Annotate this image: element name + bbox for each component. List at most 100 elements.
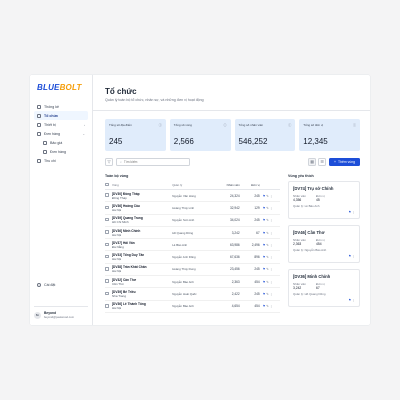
table-row[interactable]: [DV36] Hoàng Cầu Hà Nội Hoàng Thúy Linh 32,…: [105, 201, 280, 215]
row-checkbox[interactable]: [105, 263, 112, 277]
row-checkbox[interactable]: [105, 201, 112, 215]
units-cell: 454: [242, 300, 263, 313]
table-row[interactable]: [DV30] Đồng Tháp Đồng Tháp Nguyễn Văn Hùng…: [105, 189, 280, 203]
edit-icon[interactable]: ✎: [266, 243, 269, 247]
sidebar-item-finance[interactable]: Thu chi: [34, 156, 88, 165]
table-row[interactable]: [DV39] Quang Trung Hồ Chí Minh Nguyễn Sơn …: [105, 214, 280, 227]
sidebar-item-quotes[interactable]: Bảo giá: [34, 138, 88, 147]
search-box[interactable]: ⌕: [116, 157, 190, 166]
favorite-card[interactable]: [DV74] Trụ sở Chính Nhân viên 4,356 Đơn vị 4…: [288, 180, 360, 219]
row-actions: ⚑ ✎ ⋮: [262, 238, 280, 252]
row-checkbox[interactable]: [105, 189, 112, 203]
edit-icon[interactable]: ✎: [266, 231, 269, 235]
sidebar-item-statistics[interactable]: Thống kê: [34, 102, 88, 111]
region-cell: [DV36] Minh Chính Hà Nội: [112, 226, 173, 240]
info-icon[interactable]: ⓘ: [223, 123, 226, 127]
sidebar-item-devices[interactable]: Thiết bị ›: [34, 120, 88, 129]
flag-icon[interactable]: ⚑: [263, 206, 266, 210]
sidebar-item-orders-group[interactable]: Đơn hàng ⌄: [34, 129, 88, 138]
table-row[interactable]: [DV33] Tổng Duy Tân Hà Nội Nguyễn Anh Dũng…: [105, 250, 280, 264]
sidebar-item-orders[interactable]: Đơn hàng: [34, 147, 88, 156]
table-row[interactable]: [DV36] Minh Chính Hà Nội Hồ Quang Dũng 3,24…: [105, 226, 280, 240]
table-row[interactable]: [DV39] Bé Triều Nha Trang Nguyễn Hoài Quốc…: [105, 287, 280, 301]
region-cell: [DV37] Hải Vân Đà Nẵng: [112, 238, 173, 252]
row-checkbox[interactable]: [105, 250, 112, 264]
flag-icon[interactable]: ⚑: [263, 194, 266, 198]
more-icon[interactable]: ⋮: [270, 267, 273, 271]
favorite-card[interactable]: [DV36] Minh Chính Nhân viên 3,242 Đơn vị 67 Q…: [288, 268, 360, 307]
edit-icon[interactable]: ✎: [266, 267, 269, 271]
row-checkbox[interactable]: [105, 238, 112, 252]
row-actions: ⚑ ✎ ⋮: [262, 300, 280, 313]
edit-icon[interactable]: ✎: [266, 292, 269, 296]
row-checkbox[interactable]: [105, 287, 112, 301]
table-row[interactable]: [DV36] Lê Thánh Tông Hà Nội Nguyễn Bảo Anh…: [105, 300, 280, 313]
sidebar-item-label: Thống kê: [44, 104, 59, 109]
list-view-button[interactable]: ☰: [318, 157, 327, 166]
table-row[interactable]: [DV38] Trần Khát Chân Hà Nội Hoàng Thúy Du…: [105, 263, 280, 277]
region-cell: [DV38] Trần Khát Chân Hà Nội: [112, 263, 173, 277]
edit-icon[interactable]: ✎: [266, 218, 269, 222]
table-row[interactable]: [DV37] Hải Vân Đà Nẵng Lê Bảo Anh 63,986 2,4…: [105, 238, 280, 252]
sidebar-item-organization[interactable]: Tổ chức: [34, 111, 88, 120]
edit-icon[interactable]: ✎: [266, 280, 269, 284]
flag-icon[interactable]: ⚑: [263, 218, 266, 222]
flag-icon[interactable]: ⚑: [348, 298, 351, 302]
more-icon[interactable]: ⋮: [270, 194, 273, 198]
edit-icon[interactable]: ✎: [266, 194, 269, 198]
edit-icon[interactable]: ✎: [266, 255, 269, 259]
more-icon[interactable]: ⋮: [270, 218, 273, 222]
more-icon[interactable]: ⋮: [270, 304, 273, 308]
stat-value: 2,566: [173, 136, 194, 146]
more-icon[interactable]: ⋮: [352, 210, 355, 214]
favorite-card[interactable]: [DV46] Cần Thơ Nhân viên 2,363 Đơn vị 454 Quả…: [288, 224, 360, 263]
more-icon[interactable]: ⋮: [270, 280, 273, 284]
row-checkbox[interactable]: [105, 214, 112, 227]
info-icon[interactable]: ⓘ: [159, 123, 162, 127]
more-icon[interactable]: ⋮: [270, 231, 273, 235]
flag-icon[interactable]: ⚑: [263, 267, 266, 271]
flag-icon[interactable]: ⚑: [348, 254, 351, 258]
table-row[interactable]: [DV32] Cần Thơ Cần Thơ Nguyễn Bảo Anh 2,363…: [105, 275, 280, 289]
more-icon[interactable]: ⋮: [270, 292, 273, 296]
flag-icon[interactable]: ⚑: [263, 292, 266, 296]
grid-view-button[interactable]: ▦: [308, 157, 317, 166]
select-all-checkbox[interactable]: [105, 180, 112, 190]
filter-button[interactable]: ▽: [105, 157, 113, 166]
edit-icon[interactable]: ✎: [266, 304, 269, 308]
divider: [93, 110, 370, 111]
col-header-manager[interactable]: Quản lý: [172, 180, 215, 190]
sidebar-item-label: Đơn hàng: [50, 149, 66, 154]
info-icon[interactable]: ⓘ: [353, 123, 356, 127]
flag-icon[interactable]: ⚑: [263, 231, 266, 235]
info-icon[interactable]: ⓘ: [288, 123, 291, 127]
row-checkbox[interactable]: [105, 300, 112, 313]
main-content: Tổ chức Quản lý toàn bộ tổ chức, nhân sự…: [93, 75, 370, 325]
col-header-units[interactable]: Đơn vị: [242, 180, 263, 190]
row-checkbox[interactable]: [105, 275, 112, 289]
sidebar-item-settings[interactable]: Cài đặt: [34, 280, 58, 289]
sidebar-item-label: Bảo giá: [50, 140, 63, 145]
edit-icon[interactable]: ✎: [266, 206, 269, 210]
flag-icon[interactable]: ⚑: [348, 210, 351, 214]
col-header-name[interactable]: Vùng: [112, 180, 173, 190]
flag-icon[interactable]: ⚑: [263, 255, 266, 259]
stat-card-regions: Tổng số vùng ⓘ 2,566: [169, 118, 231, 151]
more-icon[interactable]: ⋮: [352, 298, 355, 302]
row-checkbox[interactable]: [105, 226, 112, 240]
add-region-button[interactable]: + Thêm vùng: [329, 157, 360, 166]
search-input[interactable]: [123, 159, 184, 164]
card-stat-label: Đơn vị: [316, 281, 325, 286]
more-icon[interactable]: ⋮: [270, 243, 273, 247]
brand-logo[interactable]: BLUEBOLT: [37, 83, 88, 92]
flag-icon[interactable]: ⚑: [263, 304, 266, 308]
document-icon: [43, 140, 47, 145]
more-icon[interactable]: ⋮: [270, 255, 273, 259]
flag-icon[interactable]: ⚑: [263, 280, 266, 284]
user-profile[interactable]: Bo Beyond beyond@peelwood.com: [34, 306, 88, 319]
more-icon[interactable]: ⋮: [352, 254, 355, 258]
card-title: [DV46] Cần Thơ: [293, 229, 325, 235]
flag-icon[interactable]: ⚑: [263, 243, 266, 247]
more-icon[interactable]: ⋮: [270, 206, 273, 210]
col-header-staff[interactable]: Nhân viên: [214, 180, 243, 190]
